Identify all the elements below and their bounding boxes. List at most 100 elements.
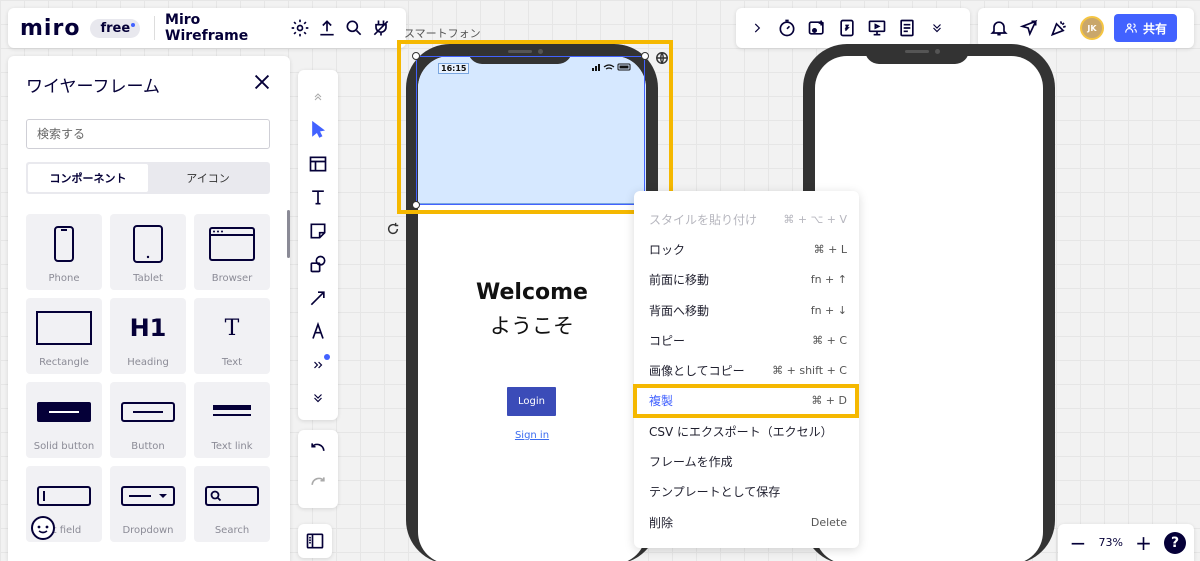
notes-icon[interactable] [892, 13, 922, 43]
templates-icon[interactable] [302, 147, 334, 181]
menu-item-bring-front[interactable]: 前面に移動 fn + ↑ [634, 265, 859, 295]
user-avatar[interactable]: JK [1080, 16, 1104, 40]
menu-item-save-template[interactable]: テンプレートとして保存 [634, 477, 859, 507]
cursor-arrow-icon[interactable] [1014, 13, 1044, 43]
component-tablet[interactable]: Tablet [110, 214, 186, 290]
bell-icon[interactable] [984, 13, 1014, 43]
component-browser[interactable]: Browser [194, 214, 270, 290]
component-button[interactable]: Button [110, 382, 186, 458]
more-tools-icon[interactable] [302, 348, 334, 382]
component-label: Button [131, 441, 165, 452]
feedback-chat-icon[interactable] [30, 515, 56, 541]
component-solid-button[interactable]: Solid button [26, 382, 102, 458]
celebrate-icon[interactable] [1044, 13, 1074, 43]
component-phone[interactable]: Phone [26, 214, 102, 290]
signin-link[interactable]: Sign in [418, 430, 646, 441]
menu-item-copy-as-image[interactable]: 画像としてコピー ⌘ + shift + C [634, 355, 859, 385]
duplicate-highlight-box [633, 384, 859, 418]
component-text[interactable]: T Text [194, 298, 270, 374]
component-heading[interactable]: H1 Heading [110, 298, 186, 374]
menu-item-shortcut: ⌘ + shift + C [772, 364, 847, 378]
component-grid: Phone Tablet Browser Rectangle H1 Headin… [26, 214, 272, 542]
phone-notch [865, 44, 969, 64]
menu-item-label: フレームを作成 [649, 455, 733, 470]
settings-gear-icon[interactable] [287, 13, 314, 43]
panel-scrollbar[interactable] [287, 210, 290, 258]
component-label: Rectangle [39, 357, 89, 368]
menu-item-shortcut: fn + ↓ [810, 303, 847, 317]
chevron-double-down-icon[interactable] [302, 382, 334, 416]
shapes-icon[interactable] [302, 248, 334, 282]
board-title[interactable]: Miro Wireframe [165, 12, 275, 44]
collaboration-toolbar [736, 8, 970, 48]
notification-dot [324, 354, 330, 360]
share-label: 共有 [1143, 21, 1168, 36]
miro-logo[interactable]: miro [20, 16, 80, 41]
chevron-double-down-icon[interactable] [922, 13, 952, 43]
component-text-link[interactable]: Text link [194, 382, 270, 458]
topbar-right: JK 共有 [978, 8, 1194, 48]
plugin-icon[interactable] [367, 13, 394, 43]
sidebar-toggle-icon[interactable] [298, 524, 332, 558]
rotate-icon[interactable] [386, 221, 402, 237]
heading-icon: H1 [110, 308, 186, 348]
menu-item-export-csv[interactable]: CSV にエクスポート（エクセル） [634, 416, 859, 446]
vote-icon[interactable] [832, 13, 862, 43]
menu-item-create-frame[interactable]: フレームを作成 [634, 446, 859, 476]
divider [154, 16, 156, 40]
connection-line-icon[interactable] [302, 281, 334, 315]
menu-item-label: 画像としてコピー [649, 364, 745, 379]
tab-icons[interactable]: アイコン [148, 164, 268, 192]
close-icon[interactable] [248, 68, 276, 96]
menu-item-delete[interactable]: 削除 Delete [634, 507, 859, 537]
creation-toolbar [298, 70, 338, 420]
menu-item-paste-style[interactable]: スタイルを貼り付け ⌘ + ⌥ + V [634, 204, 859, 234]
timer-icon[interactable] [772, 13, 802, 43]
text-field-icon [26, 476, 102, 516]
search-icon[interactable] [340, 13, 367, 43]
component-label: Dropdown [122, 525, 174, 536]
component-rectangle[interactable]: Rectangle [26, 298, 102, 374]
zoom-panel: − 73% + ? [1058, 524, 1194, 561]
undo-redo-panel [298, 430, 338, 508]
zoom-in-button[interactable]: + [1133, 531, 1153, 555]
menu-item-send-back[interactable]: 背面へ移動 fn + ↓ [634, 295, 859, 325]
annotation-highlight-box [397, 40, 673, 214]
rectangle-icon [26, 308, 102, 348]
sticky-note-icon[interactable] [302, 214, 334, 248]
search-input[interactable] [26, 119, 270, 149]
component-dropdown[interactable]: Dropdown [110, 466, 186, 542]
zoom-level[interactable]: 73% [1099, 536, 1123, 549]
share-button[interactable]: 共有 [1114, 14, 1178, 42]
chevron-right-icon[interactable] [742, 13, 772, 43]
component-search[interactable]: Search [194, 466, 270, 542]
tab-components[interactable]: コンポーネント [28, 164, 148, 192]
welcome-subheading[interactable]: ようこそ [418, 310, 646, 340]
menu-item-lock[interactable]: ロック ⌘ + L [634, 234, 859, 264]
frame-label[interactable]: スマートフォン [404, 25, 481, 41]
redo-icon[interactable] [308, 474, 328, 498]
browser-icon [194, 224, 270, 264]
help-button[interactable]: ? [1164, 531, 1186, 554]
plan-badge[interactable]: free [90, 18, 141, 38]
tablet-icon [110, 224, 186, 264]
pen-icon[interactable] [302, 315, 334, 349]
upload-icon[interactable] [314, 13, 341, 43]
panel-title: ワイヤーフレーム [26, 77, 160, 97]
zoom-out-button[interactable]: − [1068, 531, 1088, 555]
globe-icon[interactable] [655, 50, 671, 66]
select-cursor-icon[interactable] [302, 114, 334, 148]
welcome-heading[interactable]: Welcome [418, 280, 646, 305]
search-field-icon [194, 476, 270, 516]
login-button[interactable]: Login [507, 387, 556, 416]
undo-icon[interactable] [308, 440, 328, 464]
component-label: Browser [211, 273, 253, 284]
text-tool-icon[interactable] [302, 181, 334, 215]
menu-item-copy[interactable]: コピー ⌘ + C [634, 325, 859, 355]
component-label: Tablet [133, 273, 163, 284]
board-upload-icon[interactable] [802, 13, 832, 43]
presentation-icon[interactable] [862, 13, 892, 43]
component-label: Text [221, 357, 243, 368]
collapse-up-icon[interactable] [302, 80, 334, 114]
component-label: Solid button [33, 441, 95, 452]
